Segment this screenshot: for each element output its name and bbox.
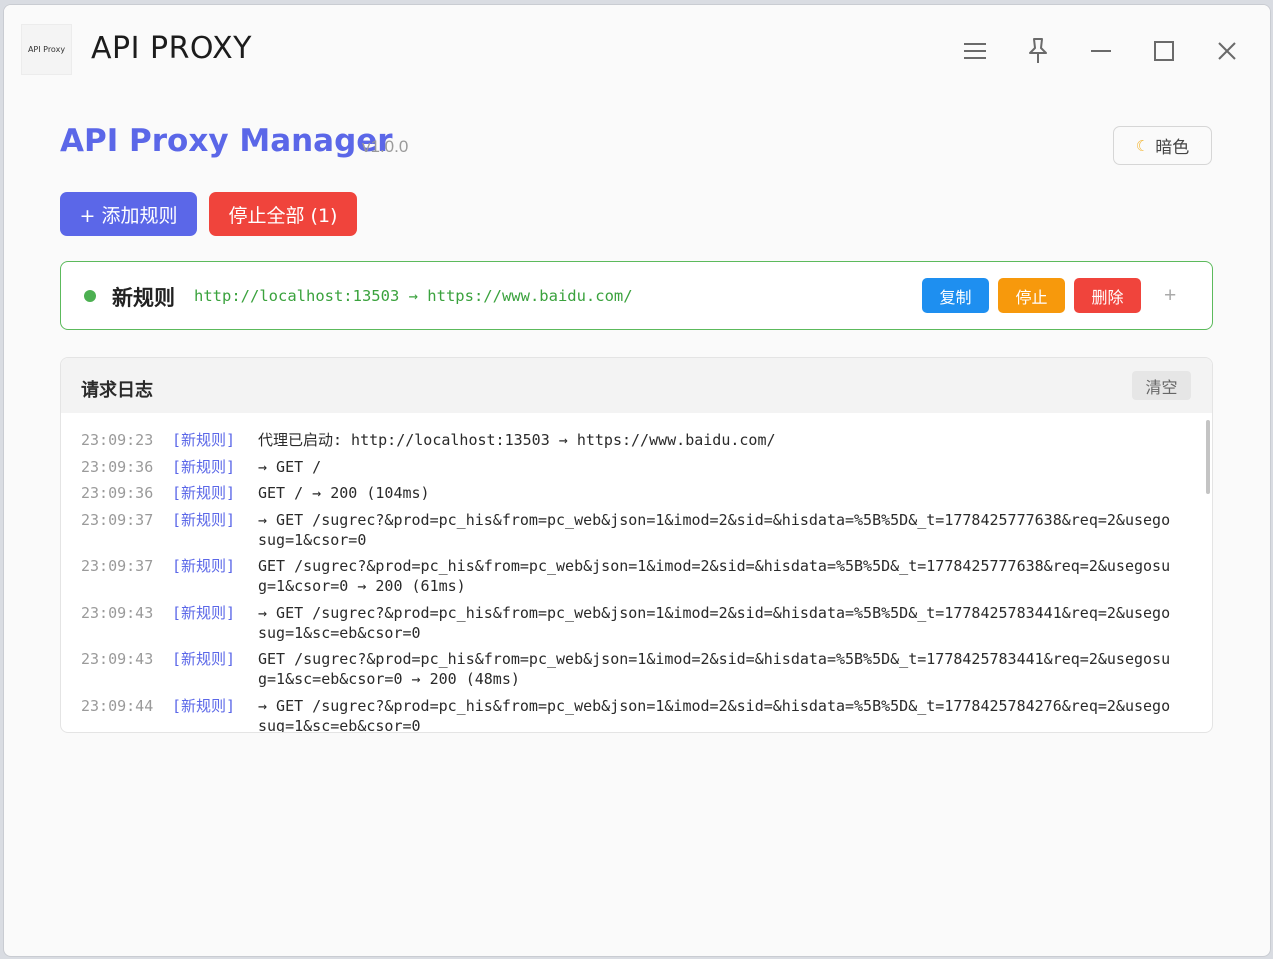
log-entry: 23:09:43 [新规则] → GET /sugrec?&prod=pc_his&… bbox=[61, 603, 1201, 643]
rule-card: 新规则 http://localhost:13503 → https://www… bbox=[60, 261, 1213, 330]
log-timestamp: 23:09:36 bbox=[81, 457, 154, 476]
log-timestamp: 23:09:43 bbox=[81, 650, 154, 668]
maximize-icon[interactable] bbox=[1142, 29, 1186, 73]
close-icon[interactable] bbox=[1205, 29, 1249, 73]
log-title: 请求日志 bbox=[81, 380, 153, 401]
pin-icon[interactable] bbox=[1016, 29, 1060, 73]
log-message: → GET / bbox=[258, 457, 322, 476]
log-rule-tag: [新规则] bbox=[172, 510, 236, 529]
log-message: → GET /sugrec?&prod=pc_his&from=pc_web&j… bbox=[258, 696, 1171, 733]
log-message: GET /sugrec?&prod=pc_his&from=pc_web&jso… bbox=[258, 557, 1171, 595]
log-message: GET /sugrec?&prod=pc_his&from=pc_web&jso… bbox=[258, 650, 1171, 688]
version-label: v1.0.0 bbox=[362, 137, 409, 156]
log-rule-tag: [新规则] bbox=[172, 457, 236, 476]
expand-icon[interactable]: + bbox=[1164, 284, 1176, 308]
stop-all-button[interactable]: 停止全部 (1) bbox=[209, 192, 357, 236]
minimize-icon[interactable] bbox=[1079, 29, 1123, 73]
delete-button[interactable]: 删除 bbox=[1074, 278, 1141, 313]
moon-icon: ☾ bbox=[1135, 136, 1150, 155]
log-rule-tag: [新规则] bbox=[172, 696, 236, 715]
app-logo: API Proxy bbox=[21, 24, 72, 75]
log-timestamp: 23:09:44 bbox=[81, 696, 154, 715]
log-rule-tag: [新规则] bbox=[172, 603, 236, 622]
log-entry: 23:09:36 [新规则] → GET / bbox=[61, 457, 1201, 477]
log-rule-tag: [新规则] bbox=[172, 484, 236, 502]
log-timestamp: 23:09:37 bbox=[81, 557, 154, 575]
stop-button[interactable]: 停止 bbox=[998, 278, 1065, 313]
log-message: → GET /sugrec?&prod=pc_his&from=pc_web&j… bbox=[258, 603, 1171, 642]
log-timestamp: 23:09:36 bbox=[81, 484, 154, 502]
log-list[interactable]: 23:09:23 [新规则] 代理已启动: http://localhost:135… bbox=[61, 413, 1201, 733]
theme-toggle-button[interactable]: ☾ 暗色 bbox=[1113, 126, 1212, 165]
log-message: 代理已启动: http://localhost:13503 → https://… bbox=[258, 431, 776, 449]
theme-toggle-label: 暗色 bbox=[1155, 138, 1190, 158]
log-timestamp: 23:09:43 bbox=[81, 603, 154, 622]
menu-icon[interactable] bbox=[953, 29, 997, 73]
log-message: GET / → 200 (104ms) bbox=[258, 484, 430, 502]
log-entry: 23:09:37 [新规则] → GET /sugrec?&prod=pc_his&… bbox=[61, 510, 1201, 550]
log-timestamp: 23:09:23 bbox=[81, 431, 154, 449]
log-rule-tag: [新规则] bbox=[172, 431, 236, 449]
page-title: API Proxy Manager bbox=[60, 123, 393, 159]
log-panel: 请求日志 清空 23:09:23 [新规则] 代理已启动: http://local… bbox=[60, 357, 1213, 733]
log-entry: 23:09:23 [新规则] 代理已启动: http://localhost:135… bbox=[61, 430, 1201, 450]
log-entry: 23:09:44 [新规则] → GET /sugrec?&prod=pc_his&… bbox=[61, 696, 1201, 733]
title-bar[interactable]: API Proxy API PROXY bbox=[4, 5, 1270, 93]
log-message: → GET /sugrec?&prod=pc_his&from=pc_web&j… bbox=[258, 510, 1171, 549]
app-window: API Proxy API PROXY API Proxy Manager v1… bbox=[3, 4, 1271, 957]
window-title: API PROXY bbox=[91, 31, 253, 66]
status-indicator bbox=[84, 290, 96, 302]
copy-button[interactable]: 复制 bbox=[922, 278, 989, 313]
rule-name: 新规则 bbox=[112, 286, 175, 310]
log-header: 请求日志 清空 bbox=[61, 358, 1212, 413]
log-entry: 23:09:36 [新规则] GET / → 200 (104ms) bbox=[61, 483, 1201, 503]
log-entry: 23:09:43 [新规则] GET /sugrec?&prod=pc_his&fr… bbox=[61, 649, 1201, 689]
add-rule-button[interactable]: + 添加规则 bbox=[60, 192, 197, 236]
log-timestamp: 23:09:37 bbox=[81, 510, 154, 529]
clear-log-button[interactable]: 清空 bbox=[1132, 371, 1191, 400]
log-rule-tag: [新规则] bbox=[172, 557, 236, 575]
rule-mapping: http://localhost:13503 → https://www.bai… bbox=[194, 287, 633, 305]
log-entry: 23:09:37 [新规则] GET /sugrec?&prod=pc_his&fr… bbox=[61, 556, 1201, 596]
log-rule-tag: [新规则] bbox=[172, 650, 236, 668]
log-scrollbar[interactable] bbox=[1206, 420, 1210, 494]
